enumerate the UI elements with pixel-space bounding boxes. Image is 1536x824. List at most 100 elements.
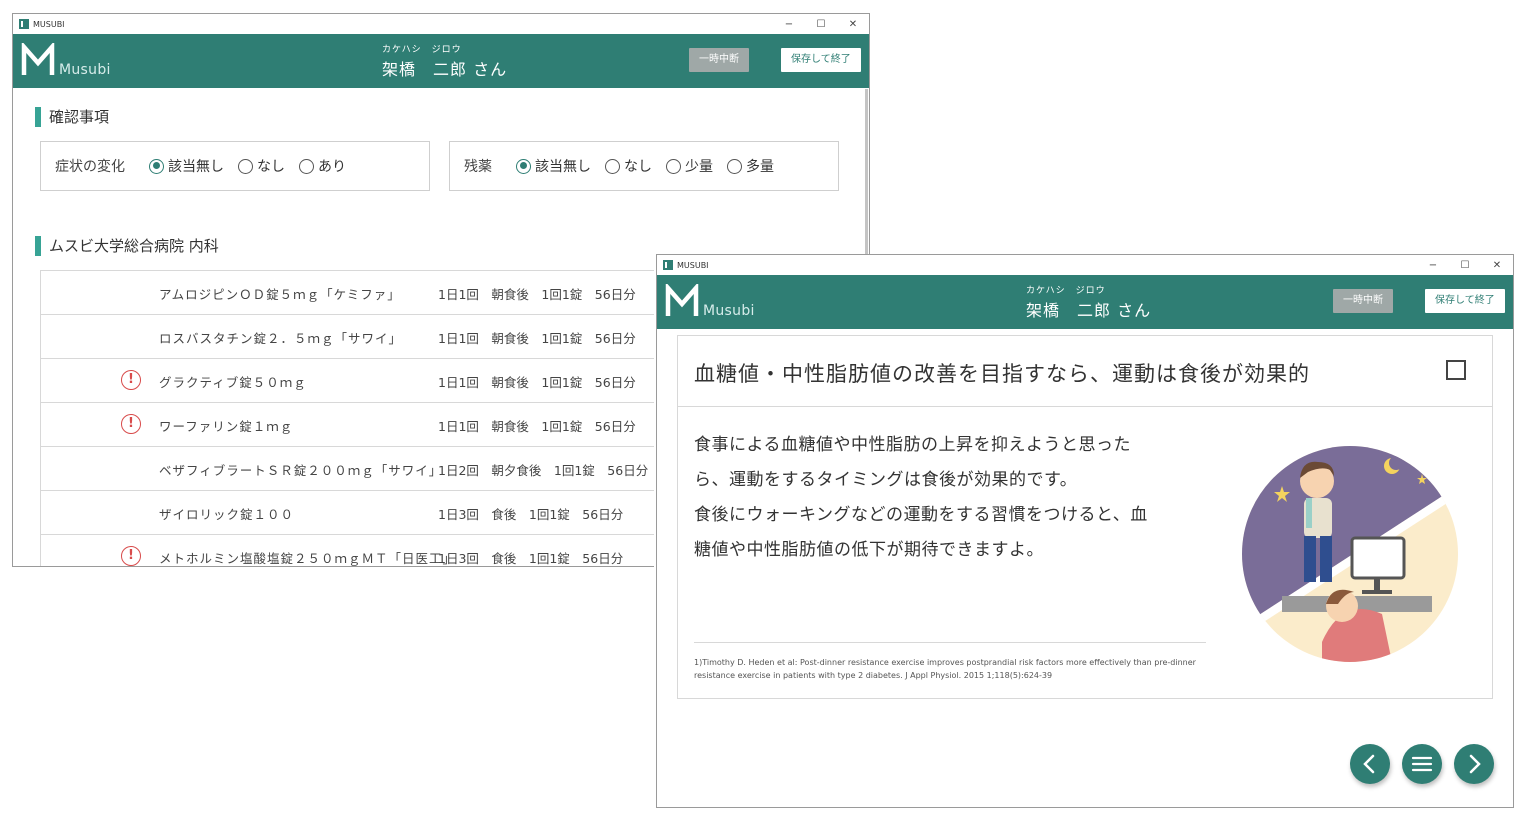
- patient-kana: カケハシ ジロウ: [382, 45, 462, 55]
- medication-name: ロスバスタチン錠２．５ｍｇ「サワイ」: [159, 331, 403, 346]
- menu-button[interactable]: [1402, 744, 1442, 784]
- medication-dosage: 1日1回 朝食後 1回1錠 56日分: [438, 419, 636, 434]
- patient-info: カケハシ ジロウ 架橋 二郎 さん: [1026, 283, 1151, 321]
- radio-selected-icon: [516, 158, 531, 174]
- radio-selected-icon: [149, 158, 164, 174]
- medication-dosage: 1日3回 食後 1回1錠 56日分: [438, 551, 624, 566]
- radio-icon: [238, 158, 253, 174]
- table-row[interactable]: ロスバスタチン錠２．５ｍｇ「サワイ」 1日1回 朝食後 1回1錠 56日分: [40, 315, 680, 359]
- hamburger-menu-icon: [1411, 756, 1433, 772]
- medication-name: アムロジピンＯＤ錠５ｍｇ「ケミファ」: [159, 287, 401, 302]
- medication-dosage: 1日2回 朝夕食後 1回1錠 56日分: [438, 463, 649, 478]
- leftover-label: 残薬: [464, 159, 492, 175]
- warning-icon[interactable]: !: [121, 414, 141, 434]
- scrollbar[interactable]: [865, 89, 868, 269]
- patient-name: 架橋 二郎 さん: [382, 60, 508, 79]
- app-icon: [19, 19, 29, 29]
- window-health-tip: MUSUBI − ☐ ✕ Musubi カケハシ ジロウ 架橋 二郎 さん 一時…: [656, 254, 1514, 808]
- divider: [694, 642, 1206, 643]
- minimize-icon[interactable]: −: [773, 19, 805, 30]
- radio-icon: [727, 158, 742, 174]
- radio-icon: [299, 158, 314, 174]
- save-and-exit-button[interactable]: 保存して終了: [1425, 289, 1505, 313]
- card-title: 血糖値・中性脂肪値の改善を目指すなら、運動は食後が効果的: [694, 362, 1310, 386]
- symptom-radio-none[interactable]: なし: [238, 156, 285, 176]
- musubi-logo-icon: [21, 43, 55, 75]
- medication-dosage: 1日3回 食後 1回1錠 56日分: [438, 507, 624, 522]
- maximize-icon[interactable]: ☐: [805, 19, 837, 30]
- pause-button[interactable]: 一時中断: [1333, 289, 1393, 313]
- patient-kana: カケハシ ジロウ: [1026, 286, 1106, 296]
- musubi-logo-icon: [665, 284, 699, 316]
- body-text-line: 食事による血糖値や中性脂肪の上昇を抑えようと思った: [694, 435, 1131, 455]
- body-text-line: ら、運動をするタイミングは食後が効果的です。: [694, 470, 1078, 490]
- brand-name: Musubi: [59, 62, 111, 78]
- leftover-radio-na[interactable]: 該当無し: [516, 156, 591, 176]
- table-row[interactable]: ! ワーファリン錠１ｍｇ 1日1回 朝食後 1回1錠 56日分: [40, 403, 680, 447]
- radio-icon: [605, 158, 620, 174]
- medication-name: ワーファリン錠１ｍｇ: [159, 419, 294, 434]
- maximize-icon[interactable]: ☐: [1449, 260, 1481, 271]
- symptom-change-label: 症状の変化: [55, 159, 125, 175]
- medication-name: グラクティブ錠５０ｍｇ: [159, 375, 307, 390]
- medication-name: ザイロリック錠１００: [159, 507, 295, 522]
- leftover-radio-much[interactable]: 多量: [727, 156, 774, 176]
- exercise-after-meal-illustration: [1242, 446, 1458, 662]
- radio-label: 該当無し: [168, 159, 224, 175]
- divider: [678, 406, 1492, 407]
- medication-name: ベザフィブラートＳＲ錠２００ｍｇ「サワイ」: [159, 463, 443, 478]
- window-titlebar: MUSUBI − ☐ ✕: [657, 255, 1513, 275]
- medication-dosage: 1日1回 朝食後 1回1錠 56日分: [438, 375, 636, 390]
- symptom-change-group: 症状の変化 該当無し なし あり: [40, 141, 430, 191]
- read-checkbox[interactable]: [1446, 360, 1466, 380]
- next-button[interactable]: [1454, 744, 1494, 784]
- save-and-exit-button[interactable]: 保存して終了: [781, 48, 861, 72]
- window-title: MUSUBI: [677, 260, 709, 270]
- brand-name: Musubi: [703, 303, 755, 319]
- reference-line: resistance exercise in patients with typ…: [694, 671, 1053, 680]
- medication-dosage: 1日1回 朝食後 1回1錠 56日分: [438, 287, 636, 302]
- chevron-left-icon: [1363, 754, 1375, 774]
- section-title-confirm: 確認事項: [35, 106, 109, 127]
- app-icon: [663, 260, 673, 270]
- reference-line: 1)Timothy D. Heden et al: Post-dinner re…: [694, 658, 1196, 667]
- body-text-line: 食後にウォーキングなどの運動をする習慣をつけると、血: [694, 505, 1148, 525]
- patient-info: カケハシ ジロウ 架橋 二郎 さん: [382, 42, 507, 80]
- table-row[interactable]: ! メトホルミン塩酸塩錠２５０ｍｇＭＴ「日医工」 1日3回 食後 1回1錠 56…: [40, 535, 680, 566]
- leftover-medicine-group: 残薬 該当無し なし 少量 多量: [449, 141, 839, 191]
- table-row[interactable]: ベザフィブラートＳＲ錠２００ｍｇ「サワイ」 1日2回 朝夕食後 1回1錠 56日…: [40, 447, 680, 491]
- radio-label: なし: [257, 159, 285, 175]
- close-icon[interactable]: ✕: [1481, 260, 1513, 271]
- app-header: Musubi カケハシ ジロウ 架橋 二郎 さん 一時中断 保存して終了: [657, 275, 1513, 329]
- chevron-right-icon: [1469, 754, 1481, 774]
- pause-button[interactable]: 一時中断: [689, 48, 749, 72]
- radio-label: なし: [624, 159, 652, 175]
- radio-label: 少量: [685, 159, 713, 175]
- warning-icon[interactable]: !: [121, 370, 141, 390]
- medication-name: メトホルミン塩酸塩錠２５０ｍｇＭＴ「日医工」: [159, 551, 457, 566]
- leftover-radio-little[interactable]: 少量: [666, 156, 713, 176]
- previous-button[interactable]: [1350, 744, 1390, 784]
- section-title-hospital: ムスビ大学総合病院 内科: [35, 235, 219, 256]
- close-icon[interactable]: ✕: [837, 19, 869, 30]
- symptom-radio-na[interactable]: 該当無し: [149, 156, 224, 176]
- app-header: Musubi カケハシ ジロウ 架橋 二郎 さん 一時中断 保存して終了: [13, 34, 869, 88]
- window-titlebar: MUSUBI − ☐ ✕: [13, 14, 869, 34]
- radio-label: 該当無し: [535, 159, 591, 175]
- radio-label: 多量: [746, 159, 774, 175]
- leftover-radio-none[interactable]: なし: [605, 156, 652, 176]
- table-row[interactable]: ザイロリック錠１００ 1日3回 食後 1回1錠 56日分: [40, 491, 680, 535]
- table-row[interactable]: ! グラクティブ錠５０ｍｇ 1日1回 朝食後 1回1錠 56日分: [40, 359, 680, 403]
- body-text-line: 糖値や中性脂肪値の低下が期待できますよ。: [694, 540, 1044, 560]
- medication-dosage: 1日1回 朝食後 1回1錠 56日分: [438, 331, 636, 346]
- health-tip-card: 血糖値・中性脂肪値の改善を目指すなら、運動は食後が効果的 食事による血糖値や中性…: [677, 335, 1493, 699]
- warning-icon[interactable]: !: [121, 546, 141, 566]
- medication-list: アムロジピンＯＤ錠５ｍｇ「ケミファ」 1日1回 朝食後 1回1錠 56日分 ロス…: [40, 270, 680, 566]
- window-title: MUSUBI: [33, 19, 65, 29]
- minimize-icon[interactable]: −: [1417, 260, 1449, 271]
- symptom-radio-yes[interactable]: あり: [299, 156, 346, 176]
- radio-icon: [666, 158, 681, 174]
- table-row[interactable]: アムロジピンＯＤ錠５ｍｇ「ケミファ」 1日1回 朝食後 1回1錠 56日分: [40, 271, 680, 315]
- radio-label: あり: [318, 159, 346, 175]
- patient-name: 架橋 二郎 さん: [1026, 301, 1152, 320]
